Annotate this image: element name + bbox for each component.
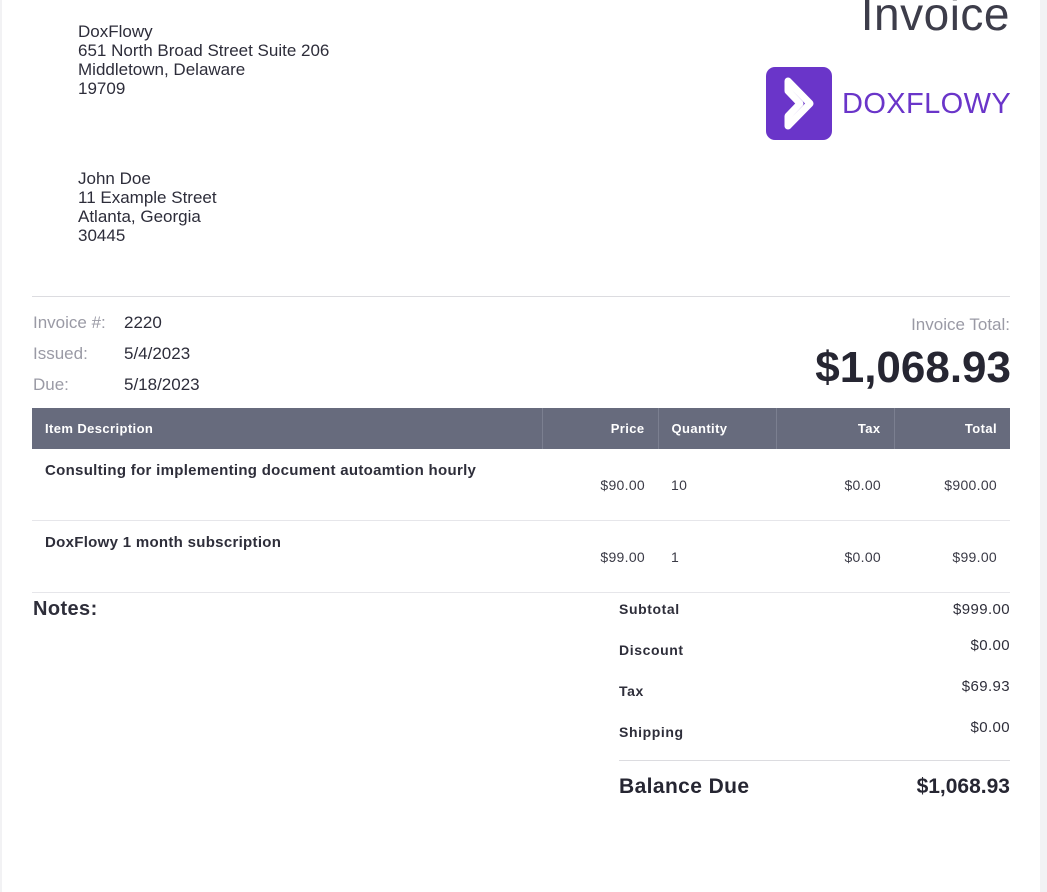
issued-label: Issued: [33, 344, 88, 363]
tax-value: $69.93 [961, 678, 1010, 695]
table-row: DoxFlowy 1 month subscription $99.00 1 $… [32, 520, 1010, 593]
item-quantity: 10 [658, 449, 776, 521]
invoice-page: DoxFlowy 651 North Broad Street Suite 20… [2, 0, 1040, 892]
item-total: $99.00 [894, 520, 1010, 593]
subtotal-value: $999.00 [952, 601, 1010, 618]
discount-row: Discount $0.00 [619, 637, 1010, 679]
balance-due-value: $1,068.93 [916, 775, 1010, 798]
shipping-value: $0.00 [970, 719, 1010, 736]
sender-street: 651 North Broad Street Suite 206 [78, 41, 330, 60]
table-header-row: Item Description Price Quantity Tax Tota… [32, 408, 1010, 449]
item-tax: $0.00 [776, 449, 894, 521]
item-total: $900.00 [894, 449, 1010, 521]
recipient-street: 11 Example Street [78, 188, 217, 207]
logo-arrow-icon [766, 67, 832, 140]
shipping-label: Shipping [619, 724, 684, 740]
item-price: $90.00 [542, 449, 658, 521]
invoice-number: 2220 [124, 313, 162, 332]
recipient-zip: 30445 [78, 226, 126, 245]
due-date: 5/18/2023 [124, 375, 200, 394]
recipient-city-state: Atlanta, Georgia [78, 207, 201, 226]
balance-due-row: Balance Due $1,068.93 [619, 775, 1010, 807]
invoice-total-amount: $1,068.93 [815, 343, 1011, 392]
column-header-total: Total [893, 408, 1010, 449]
column-header-description: Item Description [32, 408, 542, 449]
recipient-name: John Doe [78, 169, 151, 188]
table-row: Consulting for implementing document aut… [32, 449, 1010, 521]
totals-summary: Subtotal $999.00 Discount $0.00 Tax $69.… [619, 597, 1010, 798]
invoice-title: Invoice [860, 0, 1010, 40]
issued-date: 5/4/2023 [124, 344, 191, 363]
recipient-address: John Doe 11 Example Street Atlanta, Geor… [78, 169, 217, 245]
column-header-price: Price [541, 408, 658, 449]
column-header-tax: Tax [775, 408, 894, 449]
item-description: Consulting for implementing document aut… [32, 449, 542, 521]
invoice-number-label: Invoice #: [33, 313, 106, 332]
due-label: Due: [33, 375, 69, 394]
discount-value: $0.00 [970, 637, 1010, 654]
item-description: DoxFlowy 1 month subscription [32, 520, 542, 593]
item-price: $99.00 [542, 520, 658, 593]
sender-name: DoxFlowy [78, 22, 153, 41]
column-header-quantity: Quantity [657, 408, 776, 449]
shipping-row: Shipping $0.00 [619, 719, 1010, 761]
subtotal-row: Subtotal $999.00 [619, 597, 1010, 638]
item-tax: $0.00 [776, 520, 894, 593]
line-items-table: Item Description Price Quantity Tax Tota… [32, 408, 1010, 593]
discount-label: Discount [619, 642, 684, 658]
notes-label: Notes: [33, 598, 98, 620]
header-divider [32, 296, 1010, 297]
sender-city-state: Middletown, Delaware [78, 60, 246, 79]
sender-address: DoxFlowy 651 North Broad Street Suite 20… [78, 22, 329, 98]
item-quantity: 1 [658, 520, 776, 593]
subtotal-label: Subtotal [619, 601, 680, 617]
company-logo: DOXFLOWY [766, 67, 1016, 141]
balance-due-label: Balance Due [619, 775, 750, 798]
invoice-total-label: Invoice Total: [911, 315, 1010, 334]
tax-label: Tax [619, 683, 644, 699]
sender-zip: 19709 [78, 79, 126, 98]
summary-divider [619, 760, 1010, 761]
tax-row: Tax $69.93 [619, 678, 1010, 720]
logo-wordmark: DOXFLOWY [842, 88, 1012, 120]
